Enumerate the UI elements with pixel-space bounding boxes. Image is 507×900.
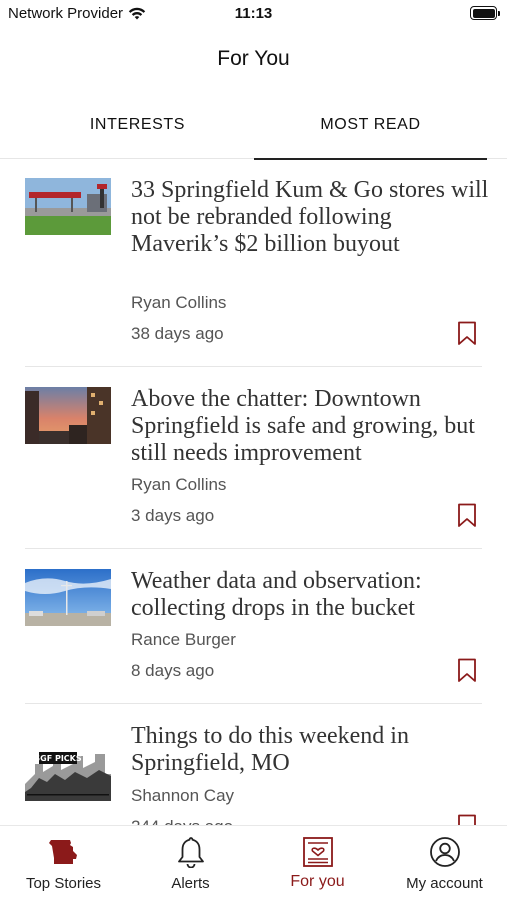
article-card[interactable]: SGF PICKS Things to do this weekend in S… — [0, 704, 507, 825]
article-author: Ryan Collins — [131, 475, 227, 494]
article-author: Rance Burger — [131, 630, 236, 649]
tabbar-label: Alerts — [171, 875, 210, 892]
bookmark-icon[interactable] — [457, 503, 477, 528]
downtown-thumbnail — [25, 387, 111, 444]
sgf-picks-logo-text: SGF PICKS — [34, 754, 81, 763]
article-time: 3 days ago — [131, 506, 215, 525]
tabbar-top-stories[interactable]: Top Stories — [0, 826, 127, 900]
bookmark-icon[interactable] — [457, 658, 477, 683]
bottom-tab-bar: Top Stories Alerts For you My account — [0, 825, 507, 900]
article-time: 8 days ago — [131, 661, 215, 680]
article-headline[interactable]: Weather data and observation: collecting… — [131, 568, 491, 622]
tabbar-label: My account — [406, 875, 483, 892]
tabbar-for-you[interactable]: For you — [254, 826, 381, 900]
page-title: For You — [217, 47, 290, 70]
tabbar-label: Top Stories — [25, 875, 102, 892]
article-card[interactable]: Above the chatter: Downtown Springfield … — [0, 367, 507, 549]
bell-icon — [177, 837, 204, 868]
battery-icon — [470, 6, 500, 20]
newspaper-heart-icon — [302, 837, 333, 867]
article-card[interactable]: Weather data and observation: collecting… — [0, 549, 507, 704]
person-circle-icon — [429, 837, 460, 867]
tab-interests[interactable]: INTERESTS — [21, 105, 254, 159]
bookmark-icon[interactable] — [457, 814, 477, 825]
missouri-state-icon — [48, 840, 77, 864]
article-headline[interactable]: Things to do this weekend in Springfield… — [131, 723, 491, 777]
article-time: 244 days ago — [131, 817, 233, 825]
article-list: 33 Springfield Kum & Go stores will not … — [0, 160, 507, 825]
article-headline[interactable]: Above the chatter: Downtown Springfield … — [131, 386, 491, 467]
gas-station-thumbnail — [25, 178, 111, 235]
tabbar-label: For you — [290, 873, 345, 890]
article-author: Shannon Cay — [131, 786, 235, 805]
tabbar-my-account[interactable]: My account — [381, 826, 507, 900]
article-author: Ryan Collins — [131, 293, 227, 312]
feed-tabs: INTERESTS MOST READ — [0, 105, 507, 160]
tabbar-alerts[interactable]: Alerts — [127, 826, 254, 900]
bookmark-icon[interactable] — [457, 321, 477, 346]
article-time: 38 days ago — [131, 324, 224, 343]
tab-most-read[interactable]: MOST READ — [254, 105, 487, 160]
article-headline[interactable]: 33 Springfield Kum & Go stores will not … — [131, 177, 491, 258]
status-bar: Network Provider 11:13 — [0, 0, 507, 30]
sgf-picks-thumbnail: SGF PICKS — [25, 744, 111, 801]
status-time: 11:13 — [234, 5, 273, 22]
article-card[interactable]: 33 Springfield Kum & Go stores will not … — [0, 160, 507, 367]
weather-station-thumbnail — [25, 569, 111, 626]
